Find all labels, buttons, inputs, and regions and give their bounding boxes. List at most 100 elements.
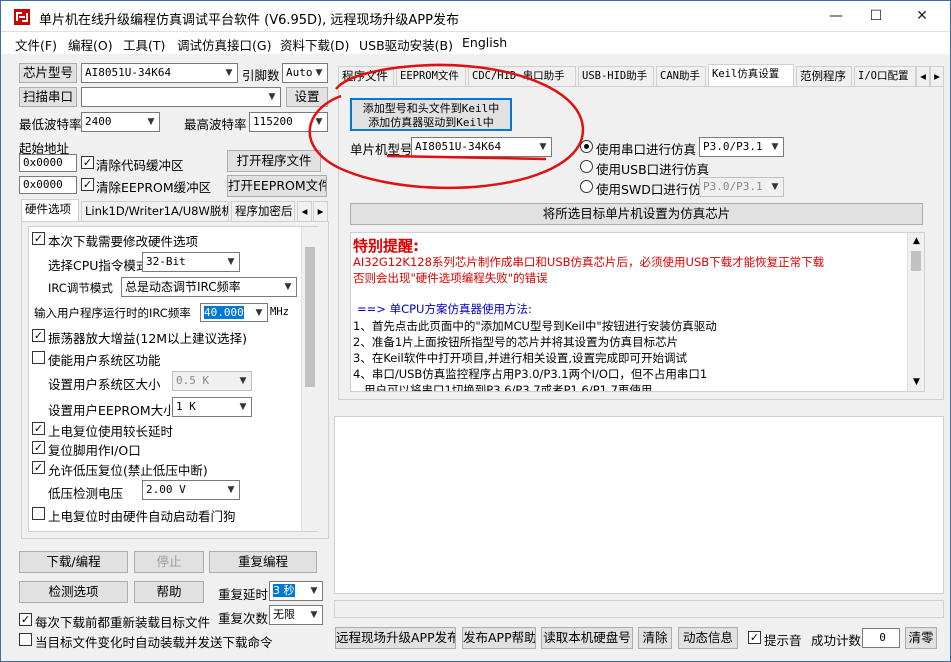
swd-emulation-radio[interactable] [580, 180, 593, 193]
usb-emulation-radio[interactable] [580, 160, 593, 173]
tab-usb-hid-helper[interactable]: USB-HID助手 [578, 66, 654, 86]
chevron-down-icon: ▼ [310, 586, 318, 596]
pin-count-label: 引脚数 [242, 68, 280, 83]
remote-upgrade-publish-button[interactable]: 远程现场升级APP发布 [335, 627, 456, 649]
progress-bar [334, 600, 944, 618]
repeat-program-button[interactable]: 重复编程 [209, 551, 317, 573]
step-1: 1、首先点击此页面中的"添加MCU型号到Keil中"按钮进行安装仿真驱动 [353, 319, 717, 333]
close-button[interactable]: ✕ [899, 1, 945, 32]
scrollbar-thumb[interactable] [911, 251, 921, 271]
menu-usb-driver[interactable]: USB驱动安装(B) [359, 35, 453, 54]
output-log-area[interactable] [334, 416, 944, 594]
max-baud-select[interactable]: 115200 ▼ [249, 112, 328, 132]
chevron-down-icon: ▼ [147, 117, 155, 127]
download-program-button[interactable]: 下载/编程 [19, 551, 128, 573]
tab-examples[interactable]: 范例程序 [796, 66, 852, 86]
tab-scroll-left-icon[interactable]: ◂ [297, 201, 312, 221]
menu-english[interactable]: English [462, 35, 507, 50]
low-voltage-select[interactable]: 2.00 V ▼ [142, 480, 240, 500]
instructions-scrollbar[interactable]: ▲ ▼ [907, 233, 924, 391]
scroll-up-icon[interactable]: ▲ [908, 233, 924, 249]
eeprom-size-value: 1 K [176, 400, 196, 413]
menu-file[interactable]: 文件(F) [15, 35, 57, 54]
step-3: 3、在Keil软件中打开项目,并进行相关设置,设置完成即可开始调试 [353, 351, 688, 365]
reset-pin-io-checkbox[interactable]: ✓ [32, 441, 45, 454]
tab-keil-emulation[interactable]: Keil仿真设置 [708, 64, 794, 86]
serial-pins-value: P3.0/P3.1 [703, 140, 763, 153]
lvr-checkbox[interactable]: ✓ [32, 461, 45, 474]
user-sysarea-checkbox[interactable] [32, 351, 45, 364]
tab-can-helper[interactable]: CAN助手 [656, 66, 706, 86]
publish-app-help-button[interactable]: 发布APP帮助 [462, 627, 536, 649]
chip-model-button[interactable]: 芯片型号 [19, 63, 77, 83]
tab-encryption[interactable]: 程序加密后 [231, 201, 295, 221]
help-button[interactable]: 帮助 [134, 581, 204, 603]
serial-pins-select[interactable]: P3.0/P3.1 ▼ [699, 137, 784, 157]
irc-frequency-input[interactable]: 40.000 ▼ [200, 303, 268, 322]
eeprom-size-label: 设置用户EEPROM大小 [48, 403, 176, 418]
scroll-down-icon[interactable]: ▼ [908, 374, 924, 390]
reset-count-button[interactable]: 清零 [905, 627, 937, 649]
open-eeprom-file-button[interactable]: 打开EEPROM文件 [227, 175, 327, 197]
tab-scroll-left-icon[interactable]: ◂ [916, 66, 930, 86]
tab-offline-writer[interactable]: Link1D/Writer1A/U8W脱机 [81, 201, 229, 221]
tab-scroll-right-icon[interactable]: ▸ [930, 66, 944, 86]
scrollbar-thumb[interactable] [305, 247, 315, 387]
min-baud-select[interactable]: 2400 ▼ [81, 112, 160, 132]
serial-emulation-radio[interactable] [580, 140, 593, 153]
clear-button[interactable]: 清除 [638, 627, 672, 649]
dynamic-info-button[interactable]: 动态信息 [678, 627, 738, 649]
detect-options-button[interactable]: 检测选项 [19, 581, 128, 603]
tab-io-config[interactable]: I/O口配置 [854, 66, 916, 86]
notice-title: 特别提醒: [353, 237, 419, 255]
read-disk-id-button[interactable]: 读取本机硬盘号 [541, 627, 633, 649]
tab-hardware-options[interactable]: 硬件选项 [21, 199, 79, 221]
mcu-model-value: AI8051U-34K64 [415, 140, 502, 153]
menu-downloads[interactable]: 资料下载(D) [280, 35, 349, 54]
reload-before-download-checkbox[interactable]: ✓ [19, 613, 32, 626]
tab-scroll-right-icon[interactable]: ▸ [313, 201, 328, 221]
menu-program[interactable]: 编程(O) [68, 35, 113, 54]
chip-model-value: AI8051U-34K64 [85, 66, 172, 79]
chevron-down-icon: ▼ [315, 68, 323, 78]
swd-pins-select[interactable]: P3.0/P3.1 ▼ [699, 177, 784, 197]
tab-eeprom-file[interactable]: EEPROM文件 [396, 66, 466, 86]
hw-options-scrollbar[interactable] [301, 227, 318, 531]
chevron-down-icon: ▼ [227, 485, 235, 495]
menu-tools[interactable]: 工具(T) [123, 35, 165, 54]
code-start-address-input[interactable]: 0x0000 [19, 154, 77, 172]
tab-cdc-serial-helper[interactable]: CDC/HID-串口助手 [468, 66, 576, 86]
chip-model-select[interactable]: AI8051U-34K64 ▼ [81, 63, 238, 83]
menu-debug-interface[interactable]: 调试仿真接口(G) [177, 35, 271, 54]
osc-gain-label: 振荡器放大增益(12M以上建议选择) [48, 331, 247, 346]
port-select[interactable]: ▼ [81, 87, 281, 107]
repeat-delay-select[interactable]: 3 秒 ▼ [269, 581, 323, 601]
chevron-down-icon: ▼ [539, 142, 547, 152]
cpu-mode-select[interactable]: 32-Bit ▼ [142, 252, 240, 272]
set-target-chip-button[interactable]: 将所选目标单片机设置为仿真芯片 [350, 203, 923, 225]
sysarea-size-select[interactable]: 0.5 K ▼ [172, 371, 252, 391]
settings-button[interactable]: 设置 [286, 87, 328, 107]
auto-send-checkbox[interactable] [19, 633, 32, 646]
eeprom-size-select[interactable]: 1 K ▼ [172, 397, 252, 417]
long-reset-checkbox[interactable]: ✓ [32, 422, 45, 435]
repeat-count-select[interactable]: 无限 ▼ [269, 605, 323, 625]
add-to-keil-button[interactable]: 添加型号和头文件到Keil中 添加仿真器驱动到Keil中 [350, 98, 512, 131]
stop-button[interactable]: 停止 [134, 551, 204, 573]
keil-emulation-panel: 添加型号和头文件到Keil中 添加仿真器驱动到Keil中 单片机型号 AI805… [338, 86, 944, 400]
irc-mode-select[interactable]: 总是动态调节IRC频率 ▼ [121, 277, 297, 297]
eeprom-start-address-input[interactable]: 0x0000 [19, 176, 77, 194]
pin-count-select[interactable]: Auto ▼ [282, 63, 328, 83]
scan-port-button[interactable]: 扫描串口 [19, 87, 77, 107]
clear-eeprom-checkbox[interactable]: ✓ [81, 178, 94, 191]
mcu-model-select[interactable]: AI8051U-34K64 ▼ [411, 137, 552, 157]
modify-hw-checkbox[interactable]: ✓ [32, 232, 45, 245]
maximize-button[interactable]: ☐ [853, 1, 899, 32]
open-program-file-button[interactable]: 打开程序文件 [227, 150, 321, 172]
wdt-checkbox[interactable] [32, 507, 45, 520]
tab-program-file[interactable]: 程序文件 [338, 66, 394, 86]
clear-code-checkbox[interactable]: ✓ [81, 156, 94, 169]
beep-checkbox[interactable]: ✓ [748, 631, 761, 644]
frequency-unit: MHz [270, 306, 289, 318]
osc-gain-checkbox[interactable]: ✓ [32, 329, 45, 342]
